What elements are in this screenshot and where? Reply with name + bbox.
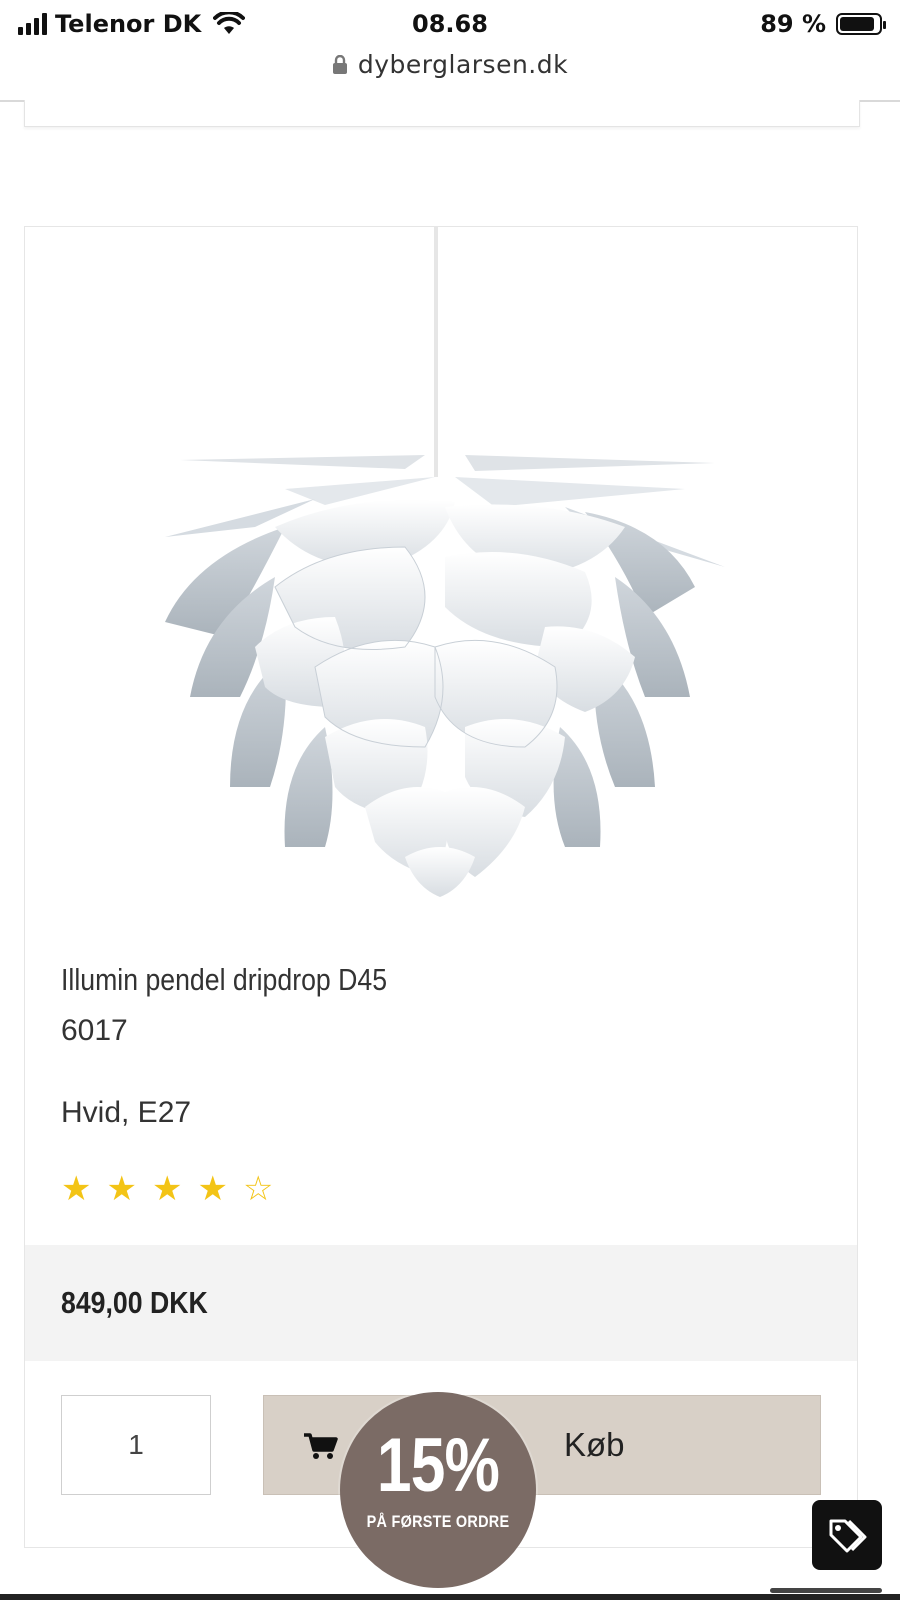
lock-icon	[332, 54, 347, 74]
product-image[interactable]	[25, 227, 857, 947]
price-section: 849,00 DKK	[25, 1245, 857, 1361]
product-sku: 6017	[61, 1014, 128, 1047]
discount-subtitle: PÅ FØRSTE ORDRE	[366, 1512, 510, 1531]
status-bar: Telenor DK 08.68 89 % dyberglarsen.dk	[0, 0, 900, 102]
home-indicator[interactable]	[770, 1588, 882, 1593]
status-right: 89 %	[760, 10, 886, 38]
product-title[interactable]: Illumin pendel dripdrop D45	[61, 962, 387, 998]
pendant-lamp-image	[165, 227, 725, 897]
product-card[interactable]: Illumin pendel dripdrop D45 6017 Hvid, E…	[24, 226, 858, 1548]
coupon-button[interactable]	[812, 1500, 882, 1570]
buy-button-label: Køb	[564, 1426, 625, 1463]
discount-percent: 15%	[376, 1423, 500, 1508]
star-filled-icon: ★	[151, 1170, 183, 1208]
product-price: 849,00 DKK	[61, 1285, 208, 1320]
rating-stars: ★ ★ ★ ★ ☆	[61, 1172, 273, 1206]
battery-fill	[840, 17, 874, 31]
star-filled-icon: ★	[106, 1170, 137, 1208]
star-filled-icon: ★	[61, 1170, 92, 1208]
tag-icon	[829, 1519, 867, 1553]
product-variant: Hvid, E27	[61, 1096, 192, 1129]
battery-percent: 89 %	[760, 10, 826, 38]
address-bar[interactable]: dyberglarsen.dk	[0, 50, 900, 79]
star-empty-icon: ☆	[242, 1170, 274, 1208]
cart-icon	[304, 1433, 338, 1459]
bottom-edge	[0, 1594, 900, 1600]
discount-badge[interactable]: 15% PÅ FØRSTE ORDRE	[340, 1392, 536, 1588]
star-filled-icon: ★	[197, 1170, 228, 1208]
quantity-input[interactable]: 1	[61, 1395, 211, 1495]
battery-icon	[836, 13, 886, 35]
previous-product-card	[24, 100, 860, 127]
url-text[interactable]: dyberglarsen.dk	[358, 50, 568, 79]
